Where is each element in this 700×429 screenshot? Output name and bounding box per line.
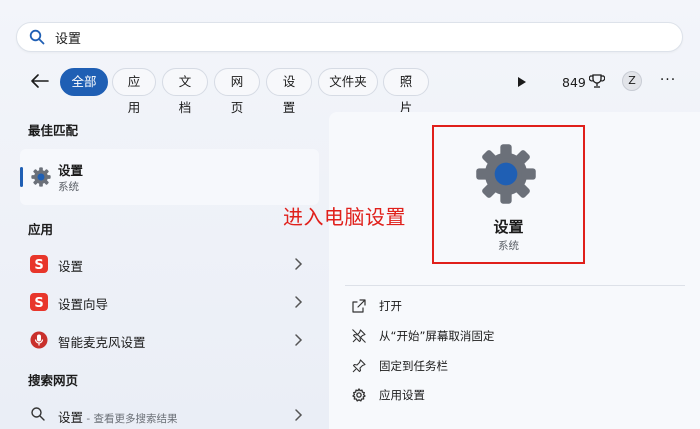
pin-icon bbox=[351, 358, 367, 374]
app-item-setup-wizard[interactable]: S 设置向导 bbox=[20, 284, 319, 320]
app-item-mic-settings[interactable]: 智能麦克风设置 bbox=[20, 322, 319, 358]
best-match-name: 设置 bbox=[58, 163, 84, 178]
apps-heading: 应用 bbox=[28, 222, 54, 237]
best-match-heading: 最佳匹配 bbox=[28, 123, 79, 138]
arrow-left-icon[interactable] bbox=[28, 69, 52, 93]
filter-chip-settings[interactable]: 设置 bbox=[266, 68, 312, 115]
app-item-label: 设置向导 bbox=[58, 297, 109, 312]
preview-app-name: 设置 bbox=[493, 218, 524, 236]
search-box[interactable]: 设置 bbox=[16, 22, 683, 52]
open-icon bbox=[351, 298, 367, 314]
action-label: 应用设置 bbox=[379, 388, 425, 402]
web-search-heading: 搜索网页 bbox=[28, 373, 79, 388]
play-icon[interactable] bbox=[512, 72, 532, 92]
points-value: 849 bbox=[562, 74, 586, 90]
chevron-right-icon[interactable] bbox=[293, 332, 305, 348]
mic-settings-icon bbox=[30, 331, 48, 349]
web-search-query: 设置 bbox=[58, 410, 84, 425]
trophy-icon bbox=[588, 73, 606, 92]
filter-chip-photos[interactable]: 照片 bbox=[383, 68, 429, 115]
gear-icon bbox=[30, 166, 52, 188]
best-match-subtitle: 系统 bbox=[58, 181, 79, 193]
action-label: 打开 bbox=[379, 299, 402, 313]
filter-chip-web[interactable]: 网页 bbox=[214, 68, 260, 115]
more-options-button[interactable]: ··· bbox=[656, 71, 680, 91]
web-search-label: 设置 - 查看更多搜索结果 bbox=[58, 407, 177, 426]
filter-chip-all[interactable]: 全部 bbox=[60, 68, 108, 96]
annotation-text: 进入电脑设置 bbox=[283, 205, 406, 229]
app-item-settings[interactable]: S 设置 bbox=[20, 246, 319, 282]
filter-chip-folders[interactable]: 文件夹 bbox=[318, 68, 378, 96]
filter-chip-docs[interactable]: 文档 bbox=[162, 68, 208, 115]
chevron-right-icon[interactable] bbox=[293, 294, 305, 310]
svg-text:S: S bbox=[34, 258, 43, 273]
action-open[interactable]: 打开 bbox=[345, 293, 645, 319]
rewards-points[interactable]: 849 bbox=[562, 72, 606, 92]
divider bbox=[345, 285, 685, 286]
unpin-icon bbox=[351, 328, 367, 344]
web-search-item[interactable]: 设置 - 查看更多搜索结果 bbox=[20, 397, 319, 429]
app-item-label: 智能麦克风设置 bbox=[58, 335, 146, 350]
sogou-icon: S bbox=[30, 255, 48, 273]
action-unpin-start[interactable]: 从“开始”屏幕取消固定 bbox=[345, 323, 645, 349]
app-item-label: 设置 bbox=[58, 259, 84, 274]
action-app-settings[interactable]: 应用设置 bbox=[345, 382, 645, 408]
svg-text:S: S bbox=[34, 296, 43, 311]
selection-indicator bbox=[20, 167, 23, 187]
gear-icon bbox=[351, 387, 367, 403]
preview-app-subtitle: 系统 bbox=[498, 240, 519, 252]
search-icon bbox=[30, 406, 48, 424]
chevron-right-icon[interactable] bbox=[293, 407, 305, 423]
action-label: 固定到任务栏 bbox=[379, 359, 448, 373]
action-pin-taskbar[interactable]: 固定到任务栏 bbox=[345, 353, 645, 379]
chevron-right-icon[interactable] bbox=[293, 256, 305, 272]
avatar[interactable]: Z bbox=[622, 71, 642, 91]
filter-chip-apps[interactable]: 应用 bbox=[112, 68, 156, 115]
action-label: 从“开始”屏幕取消固定 bbox=[379, 329, 495, 343]
best-match-item[interactable]: 设置 系统 bbox=[20, 149, 319, 205]
search-input[interactable]: 设置 bbox=[55, 28, 81, 47]
search-icon bbox=[29, 28, 47, 46]
web-search-hint: - 查看更多搜索结果 bbox=[83, 413, 178, 425]
filter-bar: 全部 应用 文档 网页 设置 文件夹 照片 849 Z ··· bbox=[0, 66, 700, 115]
gear-icon bbox=[472, 140, 540, 208]
sogou-icon: S bbox=[30, 293, 48, 311]
